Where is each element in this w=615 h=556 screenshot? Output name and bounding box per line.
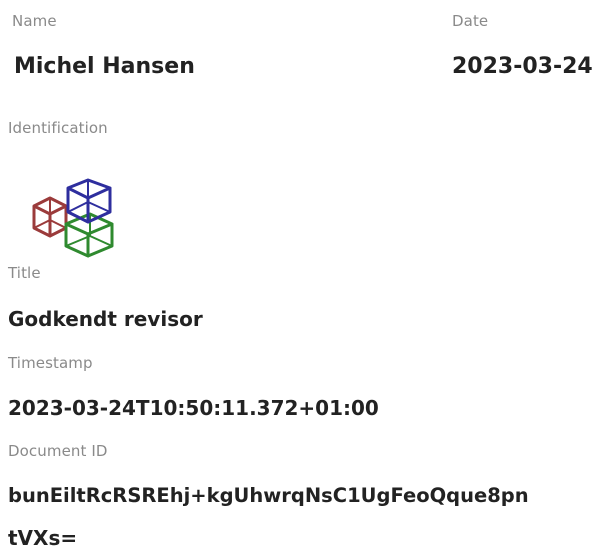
document-id-value-line2: tVXs=: [8, 526, 78, 550]
document-id-value-line1: bunEiltRcRSREhj+kgUhwrqNsC1UgFeoQque8pn: [8, 484, 529, 507]
timestamp-value: 2023-03-24T10:50:11.372+01:00: [8, 396, 379, 420]
interlocking-cubes-logo-icon: [32, 178, 114, 258]
identification-label: Identification: [8, 119, 108, 137]
title-label: Title: [8, 264, 41, 282]
timestamp-label: Timestamp: [8, 354, 93, 372]
name-value: Michel Hansen: [14, 54, 195, 79]
name-label: Name: [12, 12, 57, 30]
title-value: Godkendt revisor: [8, 307, 203, 331]
date-value: 2023-03-24: [452, 54, 593, 79]
date-label: Date: [452, 12, 489, 30]
document-id-label: Document ID: [8, 442, 108, 460]
